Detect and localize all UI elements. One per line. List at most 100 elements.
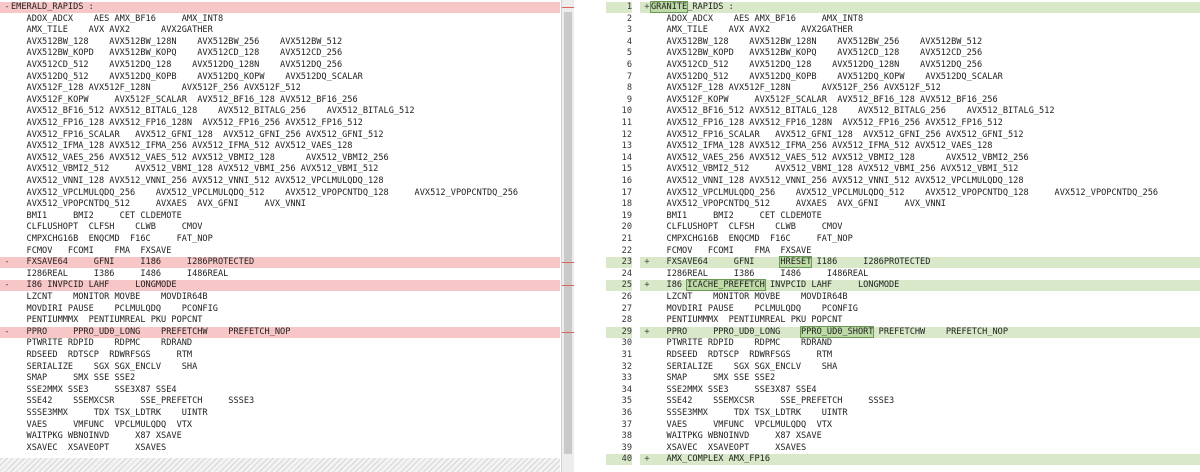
right-code-line: AVX512BW_KOPD AVX512BW_KOPQ AVX512CD_128… xyxy=(640,48,1200,59)
line-number: 8 xyxy=(626,83,632,94)
left-code-line: AVX512_FP16_128 AVX512_FP16_128N AVX512_… xyxy=(0,118,560,129)
right-code-line: AVX512CD_512 AVX512DQ_128 AVX512DQ_128N … xyxy=(640,60,1200,71)
inline-change: ICACHE_PREFETCH xyxy=(686,279,766,292)
line-number: 28 xyxy=(621,315,632,326)
code-text: SERIALIZE SGX SGX_ENCLV SHA xyxy=(11,361,198,372)
right-code-line: MOVDIRI PAUSE PCLMULQDQ PCONFIG xyxy=(640,304,1200,315)
left-code-line: AVX512_VAES_256 AVX512_VAES_512 AVX512_V… xyxy=(0,153,560,164)
code-text: SMAP SMX SSE SSE2 xyxy=(11,373,136,384)
right-code-line: PENTIUMMMX PENTIUMREAL PKU POPCNT xyxy=(640,315,1200,326)
code-text: SSE2MMX SSE3 SSE3X87 SSE4 xyxy=(11,384,177,395)
code-text: WAITPKG WBNOINVD X87 XSAVE xyxy=(11,431,182,442)
code-text: SERIALIZE SGX SGX_ENCLV SHA xyxy=(651,361,838,372)
left-code-line: CLFLUSHOPT CLFSH CLWB CMOV xyxy=(0,222,560,233)
code-text: SSE2MMX SSE3 SSE3X87 SSE4 xyxy=(651,384,817,395)
left-code-line: FCMOV FCOMI FMA FXSAVE xyxy=(0,246,560,257)
left-diff-pane[interactable]: - EMERALD_RAPIDS : ADOX_ADCX AES AMX_BF16… xyxy=(0,0,560,472)
left-code-line: AVX512F_128 AVX512F_128N AVX512F_256 AVX… xyxy=(0,83,560,94)
right-code-line: AVX512_VPOPCNTDQ_512 AVXAES AVX_GFNI AVX… xyxy=(640,199,1200,210)
right-code-line: AVX512F_128 AVX512F_128N AVX512F_256 AVX… xyxy=(640,83,1200,94)
right-code-line: + PPRO PPRO_UD0_LONG PPRO_UD0_SHORT PREF… xyxy=(640,325,1200,338)
code-text: AVX512_VPCLMULQDQ_256 AVX512_VPCLMULQDQ_… xyxy=(651,187,1159,198)
left-code-line: - FXSAVE64 GFNI I186 I286PROTECTED xyxy=(0,257,560,269)
code-text: PENTIUMMMX PENTIUMREAL PKU POPCNT xyxy=(11,315,203,326)
diff-marker: - xyxy=(4,326,10,337)
line-number: 14 xyxy=(621,152,632,163)
right-code-line: RDSEED RDTSCP RDWRFSGS RTM xyxy=(640,350,1200,361)
code-text: PTWRITE RDPID RDPMC RDRAND xyxy=(11,338,193,349)
code-text: AVX512_IFMA_128 AVX512_IFMA_256 AVX512_I… xyxy=(11,141,353,152)
line-number: 3 xyxy=(626,25,632,36)
diff-marker: + xyxy=(644,2,650,12)
left-code-line: - PPRO PPRO_UD0_LONG PREFETCHW PREFETCH_… xyxy=(0,326,560,338)
code-text: SSE42 SSEMXCSR SSE_PREFETCH SSSE3 xyxy=(11,396,255,407)
right-code-line: + FXSAVE64 GFNI HRESET I186 I286PROTECTE… xyxy=(640,256,1200,269)
code-text: I86 ICACHE_PREFETCH INVPCID LAHF LONGMOD… xyxy=(651,279,900,292)
right-diff-pane[interactable]: + GRANITE_RAPIDS : ADOX_ADCX AES AMX_BF16… xyxy=(640,0,1200,472)
left-code-line: SERIALIZE SGX SGX_ENCLV SHA xyxy=(0,362,560,373)
scrollbar-change-marker xyxy=(562,262,574,264)
line-number: 2 xyxy=(626,13,632,24)
line-number: 19 xyxy=(621,210,632,221)
scrollbar-change-marker xyxy=(562,331,574,333)
code-text: FXSAVE64 GFNI HRESET I186 I286PROTECTED xyxy=(651,256,931,269)
code-text: AMX_COMPLEX AMX_FP16 xyxy=(651,454,770,465)
code-text: AVX512_VPOPCNTDQ_512 AVXAES AVX_GFNI AVX… xyxy=(651,199,946,210)
line-number: 39 xyxy=(621,442,632,453)
left-scrollbar[interactable] xyxy=(561,0,574,472)
code-text: SMAP SMX SSE SSE2 xyxy=(651,373,776,384)
left-code-line: MOVDIRI PAUSE PCLMULQDQ PCONFIG xyxy=(0,304,560,315)
code-text: AVX512_VAES_256 AVX512_VAES_512 AVX512_V… xyxy=(651,152,1029,163)
right-code-line: WAITPKG WBNOINVD X87 XSAVE xyxy=(640,431,1200,442)
line-number: 25 xyxy=(606,280,632,292)
right-code-line: AVX512_FP16_SCALAR AVX512_GFNI_128 AVX51… xyxy=(640,130,1200,141)
line-number: 4 xyxy=(626,36,632,47)
right-code-line: LZCNT MONITOR MOVBE MOVDIR64B xyxy=(640,292,1200,303)
right-line-numbers: 1 2 3 4 5 6 7 8 9 10 11 12 13 14 15 16 17 18 19 20 21 22 23 24 2… xyxy=(606,0,636,472)
left-code-line: BMI1 BMI2 CET CLDEMOTE xyxy=(0,211,560,222)
right-code-line: AVX512_IFMA_128 AVX512_IFMA_256 AVX512_I… xyxy=(640,141,1200,152)
left-code-line: AVX512F_KOPW AVX512F_SCALAR AVX512_BF16_… xyxy=(0,95,560,106)
code-text: SSE42 SSEMXCSR SSE_PREFETCH SSSE3 xyxy=(651,396,895,407)
line-number: 40 xyxy=(606,454,632,466)
right-code-line: AMX_TILE AVX AVX2 AVX2GATHER xyxy=(640,25,1200,36)
right-code-line: + AMX_COMPLEX AMX_FP16 xyxy=(640,454,1200,466)
line-number: 9 xyxy=(626,94,632,105)
line-number: 27 xyxy=(621,303,632,314)
right-code-line: AVX512DQ_512 AVX512DQ_KOPB AVX512DQ_KOPW… xyxy=(640,72,1200,83)
code-text: AVX512_FP16_SCALAR AVX512_GFNI_128 AVX51… xyxy=(651,129,1024,140)
code-text: ADOX_ADCX AES AMX_BF16 AMX_INT8 xyxy=(651,13,864,24)
line-number: 18 xyxy=(621,199,632,210)
right-code-line: CMPXCHG16B ENQCMD F16C FAT_NOP xyxy=(640,234,1200,245)
right-code-line: AVX512BW_128 AVX512BW_128N AVX512BW_256 … xyxy=(640,37,1200,48)
right-code-line: + GRANITE_RAPIDS : xyxy=(640,1,1200,13)
left-code-line: AVX512_FP16_SCALAR AVX512_GFNI_128 AVX51… xyxy=(0,130,560,141)
left-code-line: - EMERALD_RAPIDS : xyxy=(0,2,560,13)
code-text: SSSE3MMX TDX TSX_LDTRK UINTR xyxy=(11,408,208,418)
right-code-line: PTWRITE RDPID RDPMC RDRAND xyxy=(640,338,1200,349)
diff-marker: + xyxy=(644,280,650,291)
code-text: AVX512_VAES_256 AVX512_VAES_512 AVX512_V… xyxy=(11,152,389,163)
code-text: AVX512_VNNI_128 AVX512_VNNI_256 AVX512_V… xyxy=(651,176,1024,186)
line-number: 34 xyxy=(621,384,632,395)
line-number: 7 xyxy=(626,71,632,82)
line-number: 1 xyxy=(606,2,632,13)
code-text: AVX512F_KOPW AVX512F_SCALAR AVX512_BF16_… xyxy=(11,94,358,105)
right-code-line: AVX512_VPCLMULQDQ_256 AVX512_VPCLMULQDQ_… xyxy=(640,188,1200,199)
line-number: 15 xyxy=(621,164,632,175)
code-text: AVX512DQ_512 AVX512DQ_KOPB AVX512DQ_KOPW… xyxy=(11,71,363,82)
right-code-line: AVX512_VAES_256 AVX512_VAES_512 AVX512_V… xyxy=(640,153,1200,164)
code-text: WAITPKG WBNOINVD X87 XSAVE xyxy=(651,431,822,442)
code-text: BMI1 BMI2 CET CLDEMOTE xyxy=(651,210,822,221)
right-code-line: AVX512_BF16_512 AVX512_BITALG_128 AVX512… xyxy=(640,106,1200,117)
scrollbar-thumb[interactable] xyxy=(564,12,572,454)
left-code-line: AVX512_IFMA_128 AVX512_IFMA_256 AVX512_I… xyxy=(0,141,560,152)
left-code-line: WAITPKG WBNOINVD X87 XSAVE xyxy=(0,431,560,442)
code-text: AVX512_BF16_512 AVX512_BITALG_128 AVX512… xyxy=(11,106,415,117)
right-code-line: I286REAL I386 I486 I486REAL xyxy=(640,269,1200,280)
line-number: 16 xyxy=(621,176,632,186)
code-text: CMPXCHG16B ENQCMD F16C FAT_NOP xyxy=(651,234,853,244)
code-text: AVX512_VPOPCNTDQ_512 AVXAES AVX_GFNI AVX… xyxy=(11,199,306,210)
right-code-line: SERIALIZE SGX SGX_ENCLV SHA xyxy=(640,362,1200,373)
left-code-line: AVX512_VBMI2_512 AVX512_VBMI_128 AVX512_… xyxy=(0,164,560,175)
